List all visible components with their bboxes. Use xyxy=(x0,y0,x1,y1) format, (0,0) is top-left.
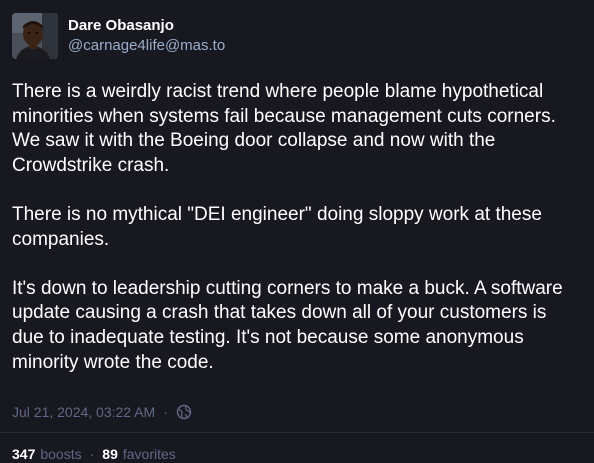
status-meta: Jul 21, 2024, 03:22 AM · xyxy=(12,403,580,421)
boosts-count: 347 xyxy=(12,446,36,463)
status-timestamp[interactable]: Jul 21, 2024, 03:22 AM xyxy=(12,404,155,420)
counts-separator: · xyxy=(89,446,95,463)
status-content: There is a weirdly racist trend where pe… xyxy=(12,80,580,375)
status-detail: Dare Obasanjo @carnage4life@mas.to There… xyxy=(0,0,594,462)
author-names: Dare Obasanjo @carnage4life@mas.to xyxy=(68,16,225,56)
boosts-label: boosts xyxy=(40,446,82,463)
divider xyxy=(0,432,594,434)
status-counts: 347 boosts · 89 favorites xyxy=(12,445,580,463)
globe-icon xyxy=(176,404,192,420)
avatar[interactable] xyxy=(12,13,58,59)
status-paragraph: There is a weirdly racist trend where pe… xyxy=(12,81,556,176)
status-paragraph: There is no mythical "DEI engineer" doin… xyxy=(12,203,542,250)
favorites-link[interactable]: 89 favorites xyxy=(102,446,176,462)
author-handle[interactable]: @carnage4life@mas.to xyxy=(68,36,225,56)
avatar-photo xyxy=(12,13,58,59)
favorites-label: favorites xyxy=(122,446,176,463)
status-paragraph: It's down to leadership cutting corners … xyxy=(12,277,563,373)
meta-separator: · xyxy=(163,404,168,421)
author-display-name[interactable]: Dare Obasanjo xyxy=(68,16,225,36)
status-header: Dare Obasanjo @carnage4life@mas.to xyxy=(12,12,580,60)
favorites-count: 89 xyxy=(102,446,118,463)
boosts-link[interactable]: 347 boosts xyxy=(12,446,82,462)
